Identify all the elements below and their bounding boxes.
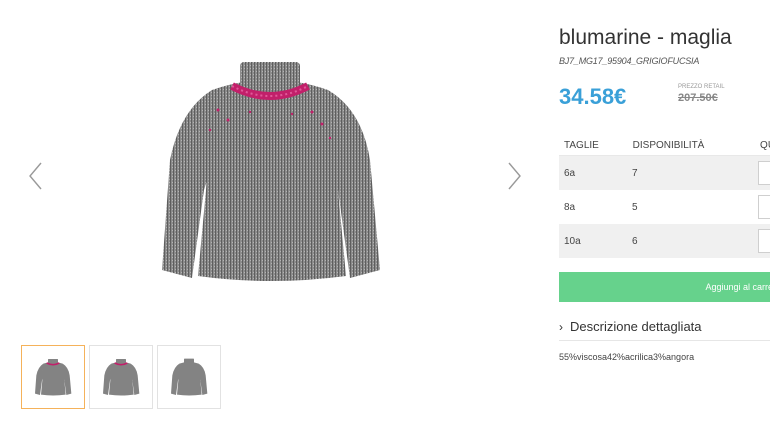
thumbnail-back[interactable] <box>157 345 221 409</box>
header-availability: DISPONIBILITÀ <box>632 140 705 151</box>
description-toggle-label: Descrizione dettagliata <box>570 319 702 334</box>
thumbnail-front[interactable] <box>21 345 85 409</box>
table-row: 6a 7 <box>559 156 770 190</box>
size-cell: 10a <box>564 235 581 247</box>
quantity-input[interactable] <box>758 229 770 253</box>
sweater-thumbnail-image <box>35 359 72 396</box>
quantity-input[interactable] <box>758 195 770 219</box>
quantity-input[interactable] <box>758 161 770 185</box>
availability-cell: 7 <box>632 167 638 179</box>
product-price: 34.58€ <box>559 84 627 109</box>
sizes-table-header: TAGLIE DISPONIBILITÀ QUANTITÀ <box>559 138 770 156</box>
gallery-next-arrow[interactable] <box>502 160 526 192</box>
add-to-cart-button[interactable]: Aggiungi al carrello <box>559 272 770 302</box>
sizes-table: TAGLIE DISPONIBILITÀ QUANTITÀ 6a 7 8a 5 … <box>559 138 770 258</box>
description-toggle[interactable]: › Descrizione dettagliata <box>559 319 770 341</box>
availability-cell: 6 <box>632 235 638 247</box>
header-quantity: QUANTITÀ <box>760 140 770 151</box>
add-to-cart-label: Aggiungi al carrello <box>705 282 770 292</box>
retail-price: 207.50€ <box>678 92 718 104</box>
size-cell: 6a <box>564 167 576 179</box>
sweater-thumbnail-image <box>171 358 208 396</box>
thumbnail-strip <box>21 345 221 409</box>
product-sku: BJ7_MG17_95904_GRIGIOFUCSIA <box>559 56 700 66</box>
chevron-right-icon <box>508 162 521 190</box>
size-cell: 8a <box>564 201 576 213</box>
chevron-right-icon: › <box>559 320 563 334</box>
main-product-image <box>140 50 400 290</box>
description-text: 55%viscosa42%acrilica3%angora <box>559 352 695 362</box>
gallery-prev-arrow[interactable] <box>24 160 48 192</box>
table-row: 8a 5 <box>559 190 770 224</box>
chevron-left-icon <box>29 162 42 190</box>
sweater-thumbnail-image <box>103 359 140 396</box>
table-row: 10a 6 <box>559 224 770 258</box>
availability-cell: 5 <box>632 201 638 213</box>
thumbnail-detail[interactable] <box>89 345 153 409</box>
product-title: blumarine - maglia <box>559 26 732 49</box>
header-size: TAGLIE <box>564 140 599 151</box>
retail-price-label: PREZZO RETAIL <box>678 84 725 90</box>
